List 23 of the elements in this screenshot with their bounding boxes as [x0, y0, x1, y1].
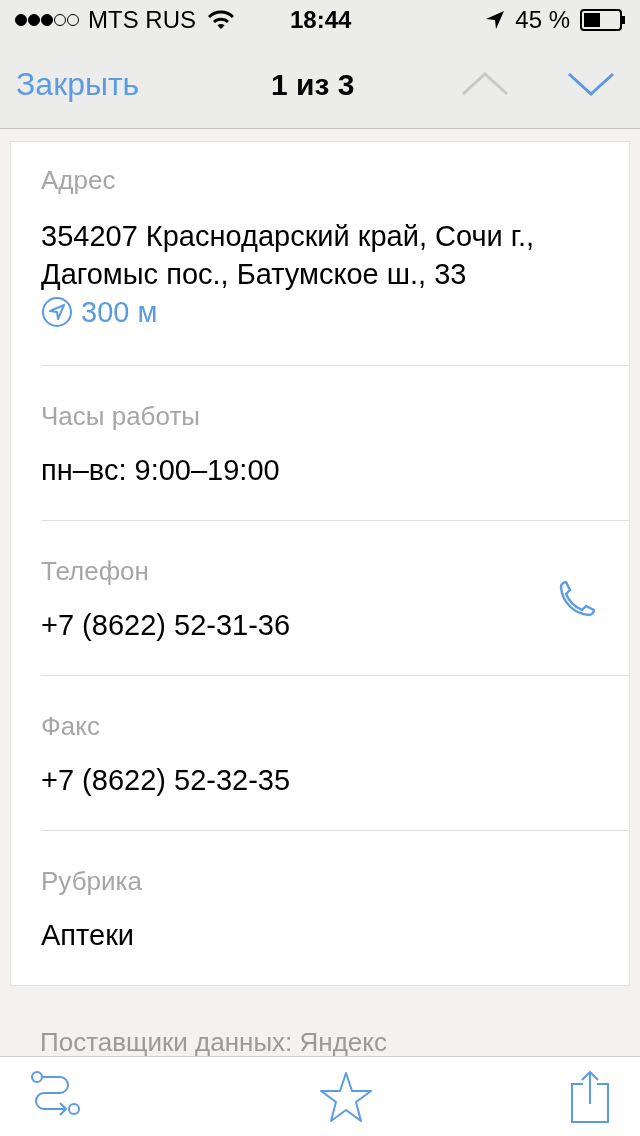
battery-icon — [580, 9, 626, 31]
battery-percent: 45 % — [515, 5, 570, 35]
wifi-icon — [208, 10, 234, 30]
distance-link[interactable]: 300 м — [81, 293, 158, 331]
star-icon[interactable] — [319, 1070, 373, 1123]
field-value: +7 (8622) 52-32-35 — [41, 763, 292, 798]
field-value: +7 (8622) 52-31-36 — [41, 608, 292, 643]
data-providers-text: Поставщики данных: Яндекс — [40, 1028, 388, 1056]
field-label: Адрес — [41, 164, 117, 197]
close-button[interactable]: Закрыть — [16, 60, 216, 108]
nav-title: 1 из 3 — [271, 66, 355, 103]
field-label: Часы работы — [41, 400, 201, 433]
field-label: Телефон — [41, 555, 150, 588]
clock: 18:44 — [290, 5, 352, 35]
location-arrow-icon — [485, 10, 506, 30]
field-label: Рубрика — [41, 865, 143, 898]
field-value: Аптеки — [41, 918, 136, 953]
field-value: 354207 Краснодарский край, Сочи г., Дагомыс пос., Батумское ш., 33 — [41, 219, 535, 292]
field-value: пн–вс: 9:00–19:00 — [41, 453, 281, 488]
share-icon[interactable] — [570, 1069, 610, 1124]
field-label: Факс — [41, 710, 101, 743]
signal-icon — [14, 13, 80, 27]
carrier-name: MTS RUS — [88, 5, 196, 35]
